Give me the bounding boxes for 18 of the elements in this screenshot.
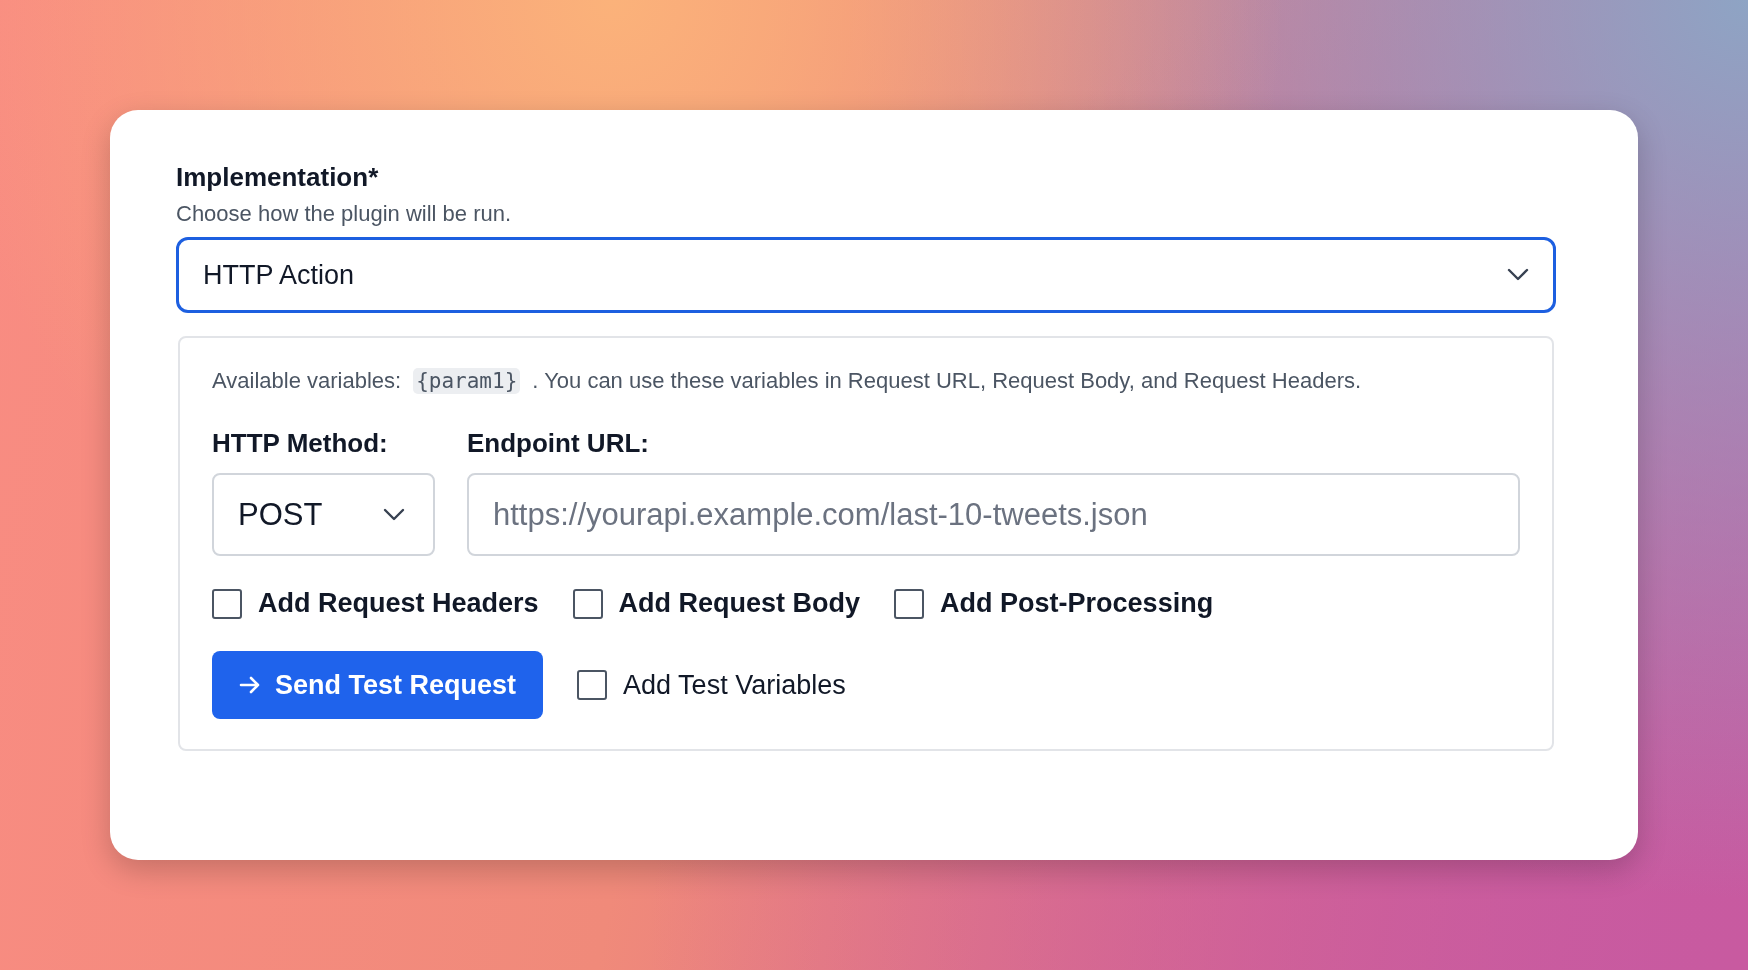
checkbox-option[interactable]: Add Test Variables	[577, 669, 846, 701]
checkbox-option[interactable]: Add Post-Processing	[894, 588, 1214, 619]
variable-tag: {param1}	[413, 368, 521, 394]
field-hint: Choose how the plugin will be run.	[176, 201, 513, 227]
arrow-right-icon	[239, 676, 261, 694]
checkbox-option[interactable]: Add Request Headers	[212, 588, 539, 619]
chevron-down-icon	[1507, 268, 1529, 282]
endpoint-label: Endpoint URL:	[467, 428, 650, 459]
method-select[interactable]: POST	[212, 473, 435, 556]
field-label: Implementation*	[176, 162, 380, 193]
endpoint-url-field[interactable]: https://yourapi.example.com/last-10-tweets.json	[467, 473, 1520, 556]
checkbox-option[interactable]: Add Request Body	[572, 588, 861, 619]
variables-note: . You can use these variables in Request URL, Request Body, and Request Headers.	[532, 368, 1362, 394]
send-test-request-button[interactable]: Send Test Request	[212, 651, 544, 719]
method-label: HTTP Method:	[212, 428, 389, 459]
chevron-down-icon	[383, 507, 405, 522]
variables-label: Available variables:	[212, 368, 402, 394]
implementation-select[interactable]: HTTP Action	[176, 237, 1556, 313]
